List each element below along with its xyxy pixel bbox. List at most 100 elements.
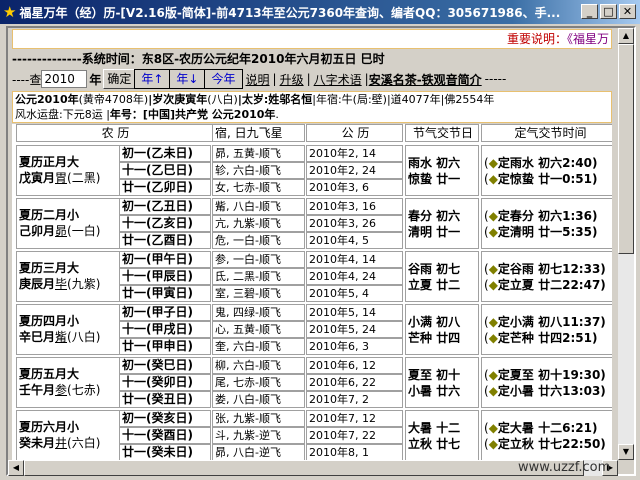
info-taisui: 姓邬名恒 [268,93,313,106]
term-time-2: 定清明 廿一5:35) [497,225,598,239]
close-button[interactable]: ✕ [619,4,636,19]
day-star: 室, 三碧-顺飞 [212,285,305,302]
day-star: 女, 七赤-顺飞 [212,179,305,196]
year-input[interactable] [41,70,88,88]
month-mansion: 参 [55,383,68,397]
term-time-2: 定惊蛰 廿一0:51) [497,172,598,186]
day-star: 鬼, 四绿-顺飞 [212,304,305,321]
solar-terms: 夏至 初十 小暑 廿六 [405,357,479,408]
solar-terms: 小满 初八芒种 廿四 [405,304,479,355]
lunar-day: 廿一(甲寅日) [119,285,211,302]
term-time-1: 定谷雨 初七12:33) [497,262,606,276]
info-fengshui: 风水运盘:下元8运 | [15,108,110,121]
term-times: (◆定夏至 初十19:30) (◆定小暑 廿六13:03) [481,357,612,408]
month-mansion: 昴 [55,224,68,238]
term-1: 春分 初六 [408,209,461,223]
month-star: (六白) [67,436,101,450]
header-term-time: 定气交节时间 [481,124,612,142]
lunar-day: 初一(癸巳日) [119,357,211,374]
month-ganzhi: 庚辰月 [19,277,56,291]
horizontal-scroll-thumb[interactable] [24,460,584,476]
term-2: 立秋 廿七 [408,437,461,451]
notice-label: 重要说明： [506,32,567,46]
diamond-icon: ◆ [488,172,498,186]
day-star: 亢, 九紫-顺飞 [212,215,305,232]
term-2: 立夏 廿二 [408,278,461,292]
solar-date: 2010年3, 26 [306,215,403,232]
term-1: 小满 初八 [408,315,461,329]
diamond-icon: ◆ [488,421,498,435]
month-mansion: 毕 [55,277,68,291]
scroll-left-button[interactable]: ◀ [8,460,24,476]
solar-date: 2010年7, 2 [306,391,403,408]
confirm-button[interactable]: 确定 [103,69,136,89]
diamond-icon: ◆ [488,262,498,276]
solar-date: 2010年5, 14 [306,304,403,321]
scroll-up-button[interactable]: ▲ [618,28,634,44]
term-time-1: 定春分 初六1:36) [497,209,598,223]
day-star: 尾, 七赤-顺飞 [212,374,305,391]
info-taisui-label: |太岁: [237,93,269,106]
vertical-scrollbar[interactable]: ▲ ▼ [618,28,634,460]
month-label: 夏历五月大 壬午月参(七赤) [16,357,120,408]
solar-date: 2010年6, 22 [306,374,403,391]
link-tea[interactable]: 安溪名茶-铁观音简介 [369,71,482,88]
term-time-2: 定芒种 廿四2:51) [497,331,598,345]
solar-date: 2010年5, 4 [306,285,403,302]
diamond-icon: ◆ [488,384,498,398]
lunar-day: 廿一(乙卯日) [119,179,211,196]
lunar-day: 十一(甲戌日) [119,321,211,338]
term-2: 芒种 廿四 [408,331,461,345]
link-bazi-terms[interactable]: 八字术语 [314,71,362,88]
app-star-icon: ★ [3,3,17,21]
query-prefix: ----查 [12,72,42,87]
diamond-icon: ◆ [488,368,498,382]
month-label: 夏历二月小 己卯月昴(一白) [16,198,120,249]
diamond-icon: ◆ [488,437,498,451]
day-star: 斗, 九紫-逆飞 [212,427,305,444]
day-star: 张, 九紫-顺飞 [212,410,305,427]
title-bar: ★ 福星万年（经）历-[V2.16版-简体]-前4713年至公元7360年查询、… [0,0,640,24]
maximize-button[interactable]: □ [600,4,617,19]
info-period: . [275,108,279,121]
this-year-button[interactable]: 今年 [204,69,243,89]
solar-date: 2010年2, 24 [306,162,403,179]
month-star: (二黑) [67,171,101,185]
day-star: 奎, 六白-顺飞 [212,338,305,355]
link-upgrade[interactable]: 升级 [280,71,304,88]
day-star: 危, 一白-顺飞 [212,232,305,249]
day-star: 觜, 八白-顺飞 [212,198,305,215]
lunar-day: 十一(甲辰日) [119,268,211,285]
diamond-icon: ◆ [488,225,498,239]
link-help[interactable]: 说明 [246,71,270,88]
vertical-scroll-thumb[interactable] [618,44,634,254]
month-ganzhi: 辛巳月 [19,330,56,344]
lunar-day: 廿一(甲申日) [119,338,211,355]
term-times: (◆定谷雨 初七12:33) (◆定立夏 廿二22:47) [481,251,612,302]
year-up-button[interactable]: 年↑ [134,69,171,89]
scroll-down-button[interactable]: ▼ [618,444,634,460]
day-star: 心, 五黄-顺飞 [212,321,305,338]
notice-link[interactable]: 《福星万 [567,32,609,46]
system-time: --------------系统时间：东8区-农历公元纪年2010年六月初五日 … [12,52,385,66]
day-star: 昴, 五黄-顺飞 [212,145,305,162]
content-frame: 重要说明：《福星万 --------------系统时间：东8区-农历公元纪年2… [6,26,636,476]
solar-date: 2010年4, 24 [306,268,403,285]
diamond-icon: ◆ [488,331,498,345]
solar-date: 2010年4, 5 [306,232,403,249]
lunar-day: 廿一(癸丑日) [119,391,211,408]
lunar-day: 初一(乙未日) [119,145,211,162]
term-2: 惊蛰 廿一 [408,172,461,186]
term-1: 夏至 初十 [408,368,461,382]
minimize-button[interactable]: _ [581,4,598,19]
solar-date: 2010年3, 16 [306,198,403,215]
lunar-day: 十一(癸酉日) [119,427,211,444]
term-1: 雨水 初六 [408,156,461,170]
lunar-day: 初一(甲子日) [119,304,211,321]
header-solar-term: 节气交节日 [405,124,479,142]
solar-date: 2010年6, 12 [306,357,403,374]
year-down-button[interactable]: 年↓ [169,69,206,89]
solar-date: 2010年7, 22 [306,427,403,444]
term-time-1: 定夏至 初十19:30) [497,368,606,382]
query-bar: ----查 年 确定 年↑ 年↓ 今年 说明| 升级| 八字术语 |安溪名茶-铁… [12,68,506,90]
